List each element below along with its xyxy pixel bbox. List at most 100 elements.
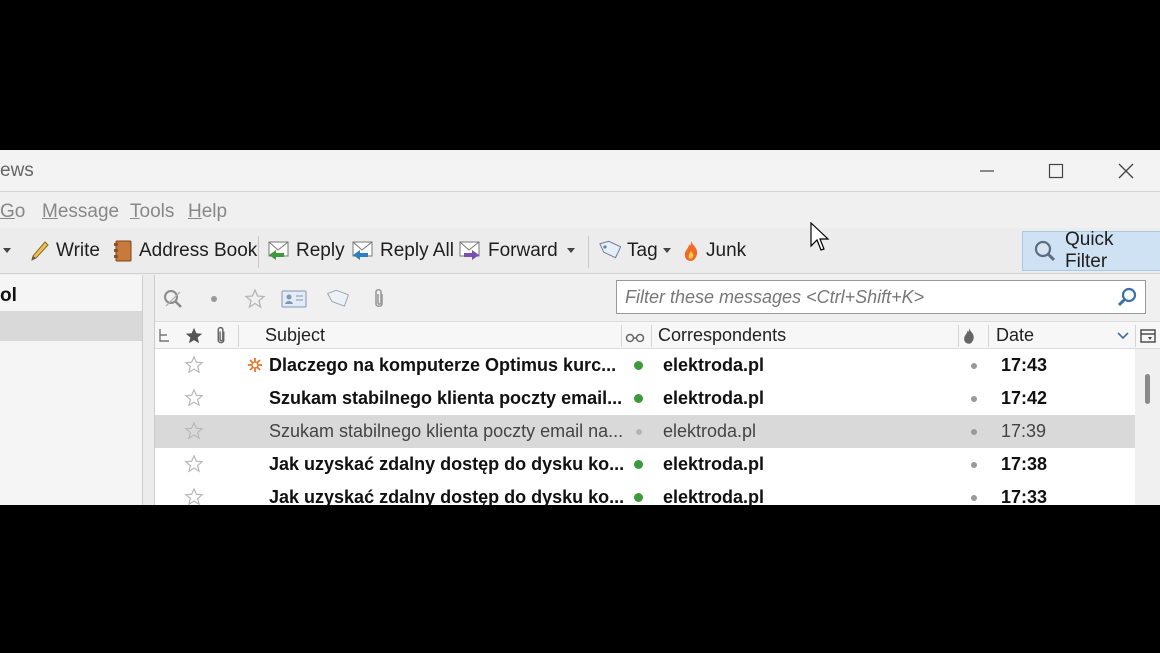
reply-all-icon (352, 241, 373, 260)
junk-status-dot[interactable] (971, 495, 977, 501)
column-separator (988, 325, 989, 347)
thread-column[interactable] (157, 322, 171, 349)
tag-filter-toggle[interactable] (324, 287, 350, 311)
star-toggle[interactable] (184, 421, 204, 446)
message-correspondent: elektroda.pl (663, 421, 757, 441)
star-icon (184, 388, 204, 407)
column-picker[interactable] (1140, 322, 1156, 349)
junk-status-dot[interactable] (971, 429, 977, 435)
selected-folder[interactable] (0, 311, 142, 341)
scrollbar-thumb[interactable] (1145, 374, 1150, 404)
read-status-dot[interactable] (634, 493, 643, 502)
paperclip-icon (375, 288, 383, 308)
contact-filter-toggle[interactable] (281, 287, 307, 311)
message-correspondent: elektroda.pl (663, 388, 765, 408)
reply-button[interactable]: Reply (266, 236, 345, 266)
dropdown-arrow-icon (3, 248, 11, 253)
column-header-row: Subject Correspondents Date (155, 321, 1160, 349)
message-date: 17:43 (1001, 355, 1048, 375)
paperclip-icon (217, 326, 225, 343)
forward-icon (459, 241, 480, 260)
read-status-dot[interactable] (634, 460, 643, 469)
contact-card-icon (281, 290, 307, 308)
toolbar-separator (258, 236, 259, 268)
junk-button[interactable]: Junk (682, 236, 746, 266)
junk-status-dot[interactable] (971, 462, 977, 468)
star-icon (185, 327, 203, 343)
message-list-scrollbar[interactable] (1135, 349, 1160, 505)
menu-message[interactable]: Message (42, 201, 119, 223)
filter-search-box[interactable] (616, 280, 1146, 314)
tag-button[interactable]: Tag (597, 236, 677, 266)
read-status-dot[interactable] (634, 361, 643, 370)
star-toggle[interactable] (184, 355, 204, 380)
message-row[interactable]: Jak uzyskać zdalny dostęp do dysku ko...… (155, 448, 1135, 481)
quick-filter-button[interactable]: Quick Filter (1022, 229, 1160, 272)
date-column-header[interactable]: Date (996, 322, 1034, 349)
message-subject: Szukam stabilnego klienta poczty email n… (269, 421, 624, 441)
mail-window: ews Go Message Tools Help Write Address … (0, 150, 1160, 505)
message-row[interactable]: Szukam stabilnego klienta poczty email..… (155, 382, 1135, 415)
close-icon (1118, 163, 1134, 179)
star-toggle[interactable] (184, 487, 204, 505)
flame-icon (684, 241, 698, 261)
message-subject: Jak uzyskać zdalny dostęp do dysku ko... (269, 487, 624, 505)
message-subject: Jak uzyskać zdalny dostęp do dysku ko... (269, 454, 624, 474)
toolbar-separator (588, 236, 589, 268)
message-correspondent: elektroda.pl (663, 355, 765, 375)
column-separator (621, 325, 622, 347)
star-icon (244, 288, 266, 309)
dropdown-arrow-icon (662, 248, 671, 253)
junk-status-dot[interactable] (971, 363, 977, 369)
menu-go[interactable]: Go (0, 201, 25, 223)
pin-icon (164, 290, 182, 308)
attachment-column[interactable] (214, 322, 228, 349)
reply-all-button[interactable]: Reply All (350, 236, 454, 266)
correspondents-column-header[interactable]: Correspondents (658, 322, 786, 349)
minimize-button[interactable] (952, 150, 1022, 192)
filter-input[interactable] (617, 282, 1107, 312)
sort-direction-indicator[interactable] (1117, 322, 1129, 349)
sticky-filter-toggle[interactable] (160, 287, 186, 311)
star-toggle[interactable] (184, 388, 204, 413)
new-message-icon (247, 357, 263, 378)
star-icon (184, 487, 204, 505)
junk-status-column[interactable] (962, 322, 976, 349)
get-messages-dropdown[interactable] (3, 236, 17, 266)
read-status-icon (625, 333, 645, 342)
main-toolbar: Write Address Book Reply Reply All Forwa… (0, 228, 1160, 274)
quick-filter-bar (155, 275, 1160, 321)
address-book-button[interactable]: Address Book (113, 236, 257, 266)
menu-tools[interactable]: Tools (130, 201, 174, 223)
search-icon[interactable] (1117, 286, 1139, 308)
junk-status-dot[interactable] (971, 396, 977, 402)
pane-splitter[interactable] (143, 275, 155, 505)
unread-filter-toggle[interactable] (201, 287, 227, 311)
close-button[interactable] (1091, 150, 1160, 192)
message-row[interactable]: Dlaczego na komputerze Optimus kurc... el… (155, 349, 1135, 382)
window-title: ews (0, 160, 34, 181)
read-status-dot[interactable] (634, 394, 643, 403)
column-separator (651, 325, 652, 347)
subject-column-header[interactable]: Subject (265, 322, 325, 349)
message-row[interactable]: Szukam stabilnego klienta poczty email n… (155, 415, 1135, 448)
tag-icon (326, 289, 349, 307)
message-row[interactable]: Jak uzyskać zdalny dostęp do dysku ko...… (155, 481, 1135, 505)
star-toggle[interactable] (184, 454, 204, 479)
menu-help[interactable]: Help (188, 201, 227, 223)
read-status-dot[interactable] (636, 429, 642, 435)
title-bar: ews (0, 150, 1160, 192)
maximize-button[interactable] (1021, 150, 1091, 192)
address-book-icon (114, 240, 132, 262)
message-date: 17:42 (1001, 388, 1048, 408)
message-date: 17:33 (1001, 487, 1048, 505)
unread-column[interactable] (625, 322, 645, 349)
minimize-icon (980, 170, 994, 172)
forward-button[interactable]: Forward (458, 236, 558, 266)
attachment-filter-toggle[interactable] (366, 287, 392, 311)
forward-dropdown[interactable] (567, 236, 581, 266)
starred-column[interactable] (184, 322, 204, 349)
write-button[interactable]: Write (30, 236, 100, 266)
starred-filter-toggle[interactable] (242, 287, 268, 311)
mouse-cursor-icon (810, 222, 830, 251)
